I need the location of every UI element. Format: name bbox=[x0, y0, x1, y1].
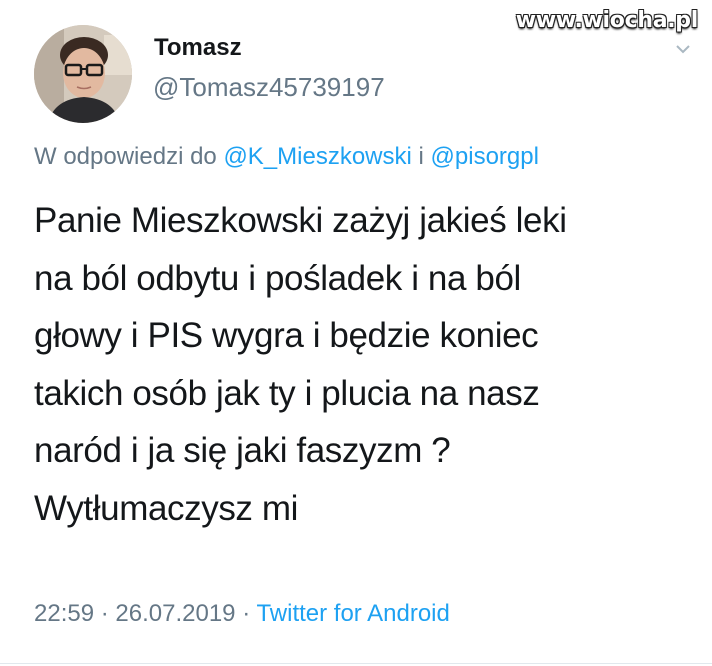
tweet-date[interactable]: 26.07.2019 bbox=[115, 600, 235, 627]
divider bbox=[0, 663, 712, 664]
reply-context: W odpowiedzi do @K_Mieszkowski i @pisorg… bbox=[34, 143, 539, 171]
watermark: www.wiocha.pl bbox=[515, 8, 699, 33]
avatar[interactable] bbox=[34, 25, 132, 123]
reply-prefix: W odpowiedzi do bbox=[34, 143, 217, 170]
tweet-text: Panie Mieszkowski zażyj jakieś leki na b… bbox=[34, 201, 567, 528]
reply-conjunction: i bbox=[418, 143, 424, 170]
tweet-meta: 22:59 · 26.07.2019 · Twitter for Android bbox=[34, 600, 450, 628]
author-name[interactable]: Tomasz bbox=[154, 34, 242, 62]
profile-photo bbox=[34, 25, 132, 123]
meta-separator: · bbox=[242, 600, 251, 627]
chevron-down-icon[interactable] bbox=[676, 44, 690, 54]
tweet-source-link[interactable]: Twitter for Android bbox=[256, 600, 449, 627]
meta-separator: · bbox=[100, 600, 109, 627]
tweet-card: www.wiocha.pl Tomasz @Tomasz45739197 W o… bbox=[0, 0, 712, 666]
mention-link-pisorgpl[interactable]: @pisorgpl bbox=[431, 143, 539, 170]
author-handle[interactable]: @Tomasz45739197 bbox=[153, 72, 385, 103]
tweet-time[interactable]: 22:59 bbox=[34, 600, 94, 627]
mention-link-k-mieszkowski[interactable]: @K_Mieszkowski bbox=[223, 143, 411, 170]
